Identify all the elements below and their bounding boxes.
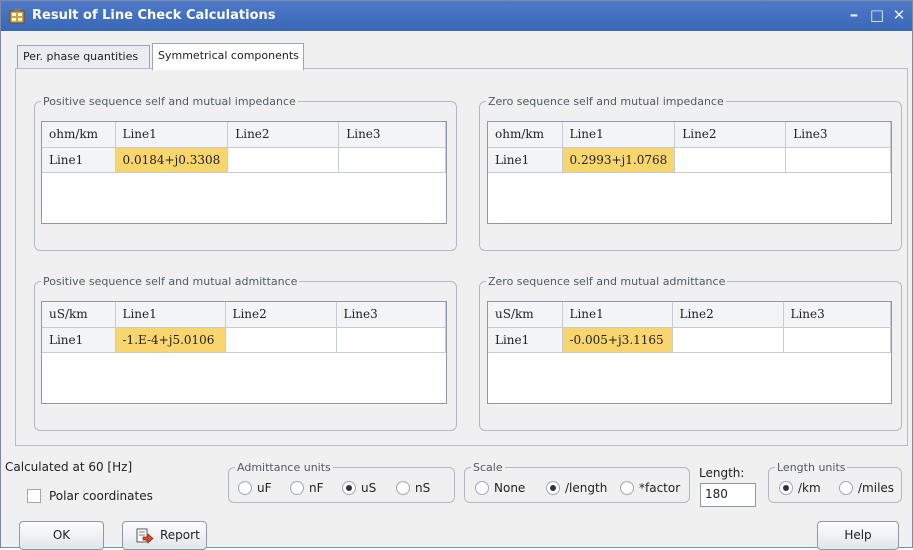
grid-positive-admittance[interactable]: uS/km Line1 Line2 Line3 Line1 -1.E-4+j5.… [41, 301, 447, 404]
grid-cell[interactable] [672, 327, 784, 353]
grid-header-cell: Line2 [674, 122, 787, 148]
radio-dot-selected [546, 481, 560, 495]
report-button-label: Report [160, 528, 200, 542]
title-bar: Result of Line Check Calculations – □ ✕ [1, 1, 912, 31]
grid-header-cell: Line2 [225, 302, 337, 328]
maximize-button[interactable]: □ [867, 5, 887, 25]
help-button[interactable]: Help [817, 521, 899, 550]
report-button[interactable]: Report [122, 521, 207, 550]
radio-dot [475, 481, 489, 495]
result-window: Result of Line Check Calculations – □ ✕ … [0, 0, 913, 550]
grid-header-cell: uS/km [42, 302, 116, 328]
grid-header-cell: Line1 [562, 302, 673, 328]
grid-header-cell: Line3 [783, 302, 891, 328]
ok-button[interactable]: OK [19, 521, 104, 550]
grid-row-header: Line1 [488, 327, 563, 353]
app-icon [9, 8, 25, 24]
help-button-label: Help [844, 528, 872, 542]
grid-row-header: Line1 [488, 147, 563, 173]
radio-label: /miles [858, 481, 895, 495]
grid-zero-admittance[interactable]: uS/km Line1 Line2 Line3 Line1 -0.005+j3.… [487, 301, 892, 404]
length-input[interactable]: 180 [700, 483, 756, 507]
grid-header-cell: uS/km [488, 302, 563, 328]
radio-label: uS [361, 481, 377, 495]
grid-header-cell: Line1 [115, 122, 229, 148]
radio-label: /length [565, 481, 608, 495]
tab-per-phase-quantities[interactable]: Per. phase quantities [17, 45, 150, 69]
grid-positive-impedance[interactable]: ohm/km Line1 Line2 Line3 Line1 0.0184+j0… [41, 121, 447, 224]
calculated-frequency-label: Calculated at 60 [Hz] [5, 460, 133, 474]
group-legend: Zero sequence self and mutual admittance [488, 275, 726, 288]
grid-header-cell: Line3 [336, 302, 446, 328]
radio-label: *factor [639, 481, 681, 495]
grid-header-cell: Line3 [338, 122, 446, 148]
group-legend: Length units [777, 461, 846, 474]
grid-header-cell: ohm/km [488, 122, 563, 148]
grid-cell-selected[interactable]: -0.005+j3.1165 [562, 327, 673, 353]
grid-cell-selected[interactable]: 0.0184+j0.3308 [115, 147, 229, 173]
grid-cell[interactable] [225, 327, 337, 353]
grid-cell[interactable] [785, 147, 891, 173]
group-legend: Admittance units [237, 461, 331, 474]
radio-dot [839, 481, 853, 495]
grid-cell[interactable] [338, 147, 446, 173]
polar-coordinates-checkbox[interactable] [27, 489, 41, 503]
grid-cell[interactable] [674, 147, 787, 173]
group-legend: Scale [473, 461, 503, 474]
grid-header-cell: Line3 [785, 122, 891, 148]
grid-header-cell: ohm/km [42, 122, 116, 148]
radio-label: nF [309, 481, 324, 495]
radio-dot [238, 481, 252, 495]
close-button[interactable]: ✕ [889, 5, 909, 25]
grid-cell-selected[interactable]: 0.2993+j1.0768 [562, 147, 676, 173]
grid-zero-impedance[interactable]: ohm/km Line1 Line2 Line3 Line1 0.2993+j1… [487, 121, 892, 224]
grid-cell[interactable] [336, 327, 446, 353]
radio-label: None [494, 481, 526, 495]
radio-dot [396, 481, 410, 495]
report-icon [136, 528, 154, 544]
group-legend: Zero sequence self and mutual impedance [488, 95, 724, 108]
grid-cell[interactable] [783, 327, 891, 353]
window-title: Result of Line Check Calculations [32, 8, 276, 23]
grid-row-header: Line1 [42, 147, 116, 173]
minimize-button[interactable]: – [844, 5, 864, 25]
grid-header-cell: Line2 [227, 122, 340, 148]
radio-dot [620, 481, 634, 495]
grid-header-cell: Line1 [115, 302, 226, 328]
radio-dot [290, 481, 304, 495]
grid-header-cell: Line1 [562, 122, 676, 148]
grid-cell-selected[interactable]: -1.E-4+j5.0106 [115, 327, 226, 353]
radio-label: /km [798, 481, 821, 495]
group-legend: Positive sequence self and mutual impeda… [43, 95, 296, 108]
radio-dot-selected [342, 481, 356, 495]
length-label: Length: [699, 466, 745, 480]
grid-header-cell: Line2 [672, 302, 784, 328]
group-legend: Positive sequence self and mutual admitt… [43, 275, 298, 288]
radio-label: uF [257, 481, 272, 495]
grid-cell[interactable] [227, 147, 340, 173]
radio-dot-selected [779, 481, 793, 495]
tab-symmetrical-components[interactable]: Symmetrical components [152, 43, 304, 70]
radio-label: nS [415, 481, 431, 495]
grid-row-header: Line1 [42, 327, 116, 353]
ok-button-label: OK [52, 528, 71, 542]
polar-coordinates-label: Polar coordinates [49, 489, 153, 503]
